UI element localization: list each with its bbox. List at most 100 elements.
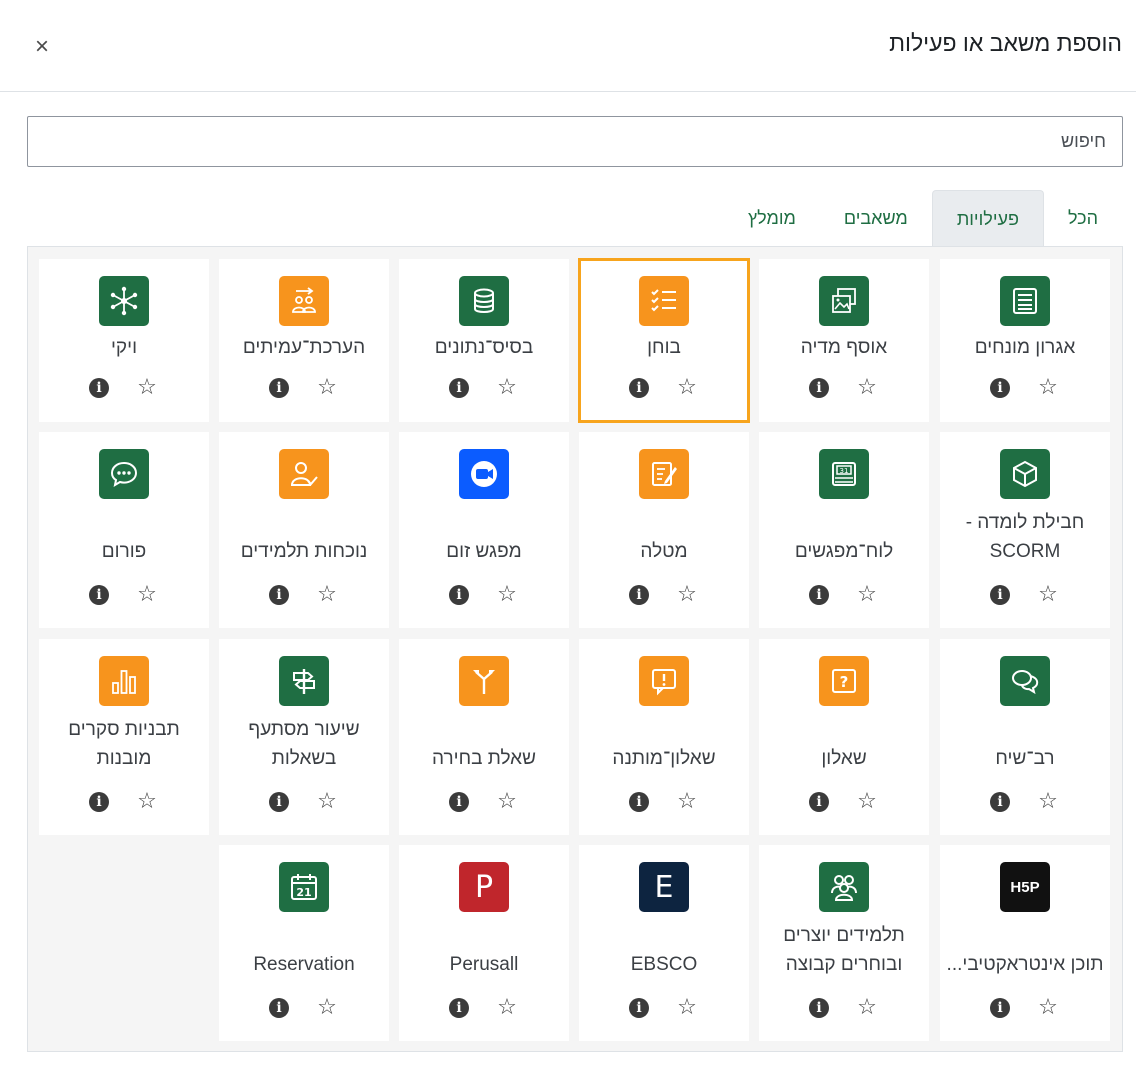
- info-icon[interactable]: i: [990, 998, 1010, 1018]
- star-icon[interactable]: ☆: [855, 376, 879, 400]
- activity-card[interactable]: תבניות סקרים מובנות i ☆: [39, 639, 209, 835]
- activity-name: תבניות סקרים מובנות: [68, 719, 180, 769]
- info-icon[interactable]: i: [809, 378, 829, 398]
- tab-2[interactable]: משאבים: [820, 190, 932, 247]
- info-icon[interactable]: i: [269, 585, 289, 605]
- tab-3[interactable]: מומלץ: [724, 190, 820, 247]
- media-gallery-icon: [819, 276, 869, 326]
- activity-card[interactable]: שאלון־מותנה i ☆: [579, 639, 749, 835]
- star-icon[interactable]: ☆: [855, 583, 879, 607]
- activity-card[interactable]: ויקי i ☆: [39, 259, 209, 422]
- info-icon[interactable]: i: [89, 792, 109, 812]
- star-icon[interactable]: ☆: [675, 790, 699, 814]
- activity-card[interactable]: פורום i ☆: [39, 432, 209, 628]
- activity-name: שאלון: [821, 748, 867, 769]
- card-actions: i ☆: [219, 790, 389, 816]
- star-icon[interactable]: ☆: [495, 790, 519, 814]
- activity-card[interactable]: נוכחות תלמידים i ☆: [219, 432, 389, 628]
- modal-header: הוספת משאב או פעילות ×: [0, 0, 1136, 92]
- activity-card[interactable]: ? שאלון i ☆: [759, 639, 929, 835]
- star-icon[interactable]: ☆: [855, 996, 879, 1020]
- activity-card[interactable]: תלמידים יוצרים ובוחרים קבוצה i ☆: [759, 845, 929, 1041]
- star-icon[interactable]: ☆: [135, 790, 159, 814]
- star-icon[interactable]: ☆: [675, 583, 699, 607]
- close-icon[interactable]: ×: [30, 32, 54, 62]
- activity-card[interactable]: אוסף מדיה i ☆: [759, 259, 929, 422]
- info-icon[interactable]: i: [89, 378, 109, 398]
- star-icon[interactable]: ☆: [675, 376, 699, 400]
- activity-card[interactable]: שאלת בחירה i ☆: [399, 639, 569, 835]
- info-icon[interactable]: i: [629, 998, 649, 1018]
- activity-card[interactable]: P Perusall i ☆: [399, 845, 569, 1041]
- activity-card[interactable]: מפגש זום i ☆: [399, 432, 569, 628]
- tab-1[interactable]: פעילויות: [931, 190, 1044, 247]
- activity-name: תוכן אינטראקטיבי...: [946, 954, 1104, 975]
- tab-0[interactable]: הכל: [1044, 190, 1122, 247]
- zoom-camera-icon: [459, 449, 509, 499]
- info-icon[interactable]: i: [629, 792, 649, 812]
- peer-assessment-icon: [279, 276, 329, 326]
- star-icon[interactable]: ☆: [855, 790, 879, 814]
- star-icon[interactable]: ☆: [675, 996, 699, 1020]
- star-icon[interactable]: ☆: [135, 376, 159, 400]
- activity-card[interactable]: רב־שיח i ☆: [940, 639, 1110, 835]
- activity-name: בוחן: [647, 337, 681, 358]
- activity-card[interactable]: שיעור מסתעף בשאלות i ☆: [219, 639, 389, 835]
- star-icon[interactable]: ☆: [495, 996, 519, 1020]
- activity-card[interactable]: 21 Reservation i ☆: [219, 845, 389, 1041]
- star-icon[interactable]: ☆: [315, 583, 339, 607]
- glossary-icon: [1000, 276, 1050, 326]
- info-icon[interactable]: i: [990, 378, 1010, 398]
- info-icon[interactable]: i: [449, 585, 469, 605]
- info-icon[interactable]: i: [449, 998, 469, 1018]
- star-icon[interactable]: ☆: [1036, 790, 1060, 814]
- star-icon[interactable]: ☆: [1036, 996, 1060, 1020]
- info-icon[interactable]: i: [269, 378, 289, 398]
- info-icon[interactable]: i: [809, 585, 829, 605]
- activity-name: אוסף מדיה: [800, 337, 888, 358]
- info-icon[interactable]: i: [269, 998, 289, 1018]
- activity-card[interactable]: הערכת־עמיתים i ☆: [219, 259, 389, 422]
- star-icon[interactable]: ☆: [135, 583, 159, 607]
- search-input[interactable]: [27, 116, 1123, 167]
- star-icon[interactable]: ☆: [1036, 376, 1060, 400]
- info-icon[interactable]: i: [990, 585, 1010, 605]
- info-icon[interactable]: i: [629, 378, 649, 398]
- ebsco-letter-icon: E: [639, 862, 689, 912]
- questionnaire-icon: ?: [819, 656, 869, 706]
- activity-card[interactable]: E EBSCO i ☆: [579, 845, 749, 1041]
- activity-card[interactable]: חבילת לומדה - SCORM i ☆: [940, 432, 1110, 628]
- activity-card[interactable]: 31 לוח־מפגשים i ☆: [759, 432, 929, 628]
- star-icon[interactable]: ☆: [1036, 583, 1060, 607]
- activity-chooser-grid: אגרון מונחים i ☆ אוסף מדיה i ☆ בוחן i ☆ בסיס־נתונ…: [27, 246, 1123, 1052]
- star-icon[interactable]: ☆: [495, 583, 519, 607]
- card-actions: i ☆: [399, 583, 569, 609]
- star-icon[interactable]: ☆: [315, 376, 339, 400]
- activity-card[interactable]: H5P תוכן אינטראקטיבי... i ☆: [940, 845, 1110, 1041]
- activity-name: Perusall: [449, 954, 519, 975]
- star-icon[interactable]: ☆: [315, 790, 339, 814]
- star-icon[interactable]: ☆: [315, 996, 339, 1020]
- info-icon[interactable]: i: [269, 792, 289, 812]
- activity-name: שאלון־מותנה: [612, 748, 716, 769]
- info-icon[interactable]: i: [89, 585, 109, 605]
- svg-text:?: ?: [840, 673, 849, 691]
- info-icon[interactable]: i: [990, 792, 1010, 812]
- card-actions: i ☆: [940, 583, 1110, 609]
- info-icon[interactable]: i: [449, 792, 469, 812]
- assignment-edit-icon: [639, 449, 689, 499]
- svg-text:21: 21: [296, 886, 311, 899]
- info-icon[interactable]: i: [809, 792, 829, 812]
- info-icon[interactable]: i: [449, 378, 469, 398]
- star-icon[interactable]: ☆: [495, 376, 519, 400]
- activity-name: פורום: [101, 541, 147, 562]
- info-icon[interactable]: i: [809, 998, 829, 1018]
- activity-card[interactable]: בסיס־נתונים i ☆: [399, 259, 569, 422]
- activity-card[interactable]: אגרון מונחים i ☆: [940, 259, 1110, 422]
- info-icon[interactable]: i: [629, 585, 649, 605]
- activity-name: מטלה: [640, 541, 688, 562]
- activity-name: בסיס־נתונים: [434, 337, 534, 358]
- activity-card[interactable]: מטלה i ☆: [579, 432, 749, 628]
- card-actions: i ☆: [39, 376, 209, 402]
- activity-card[interactable]: בוחן i ☆: [578, 258, 750, 423]
